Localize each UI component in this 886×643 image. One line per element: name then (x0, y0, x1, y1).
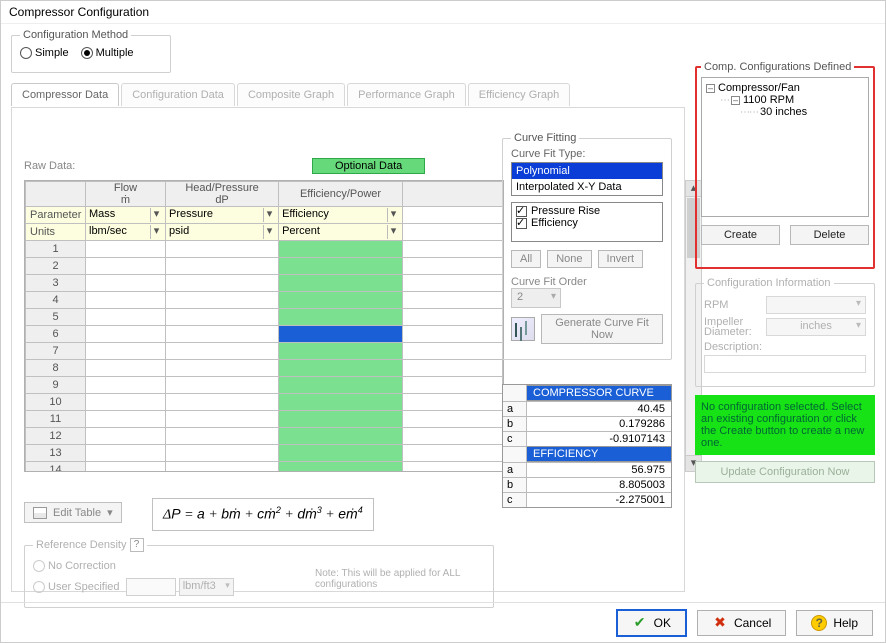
data-grid[interactable]: FlowṁHead/PressuredPEfficiency/PowerPara… (24, 180, 504, 472)
tree-root-label: Compressor/Fan (718, 82, 800, 94)
efficiency-check-label: Efficiency (531, 217, 578, 229)
ok-button[interactable]: ✔ OK (616, 609, 687, 637)
no-correction-label: No Correction (48, 560, 116, 572)
table-icon (33, 507, 47, 519)
reference-density-note: Note: This will be applied for ALL confi… (315, 568, 475, 590)
tree-diameter-label: 30 inches (760, 106, 807, 118)
ok-label: OK (654, 616, 671, 630)
edit-table-button[interactable]: Edit Table ▾ (24, 502, 122, 523)
cancel-button[interactable]: ✖ Cancel (697, 610, 786, 636)
radio-user-specified: User Specified (33, 581, 120, 593)
impeller-field: inches (766, 318, 866, 336)
close-icon: ✖ (712, 615, 728, 631)
density-input (126, 578, 176, 596)
tree-rpm-label: 1100 RPM (743, 94, 794, 106)
chevron-down-icon: ▾ (107, 506, 113, 519)
reference-density-group: Reference Density? No Correction User Sp… (24, 538, 494, 608)
tab-compressor-data[interactable]: Compressor Data (11, 83, 119, 106)
check-icon: ✔ (632, 615, 648, 631)
radio-simple[interactable]: Simple (20, 47, 69, 59)
tree-rpm[interactable]: ⋯–1100 RPM (706, 94, 864, 106)
reference-density-legend: Reference Density (36, 539, 127, 551)
window-title: Compressor Configuration (1, 1, 885, 24)
curve-coeff-table: COMPRESSOR CURVE a40.45b0.179286c-0.9107… (502, 384, 672, 508)
check-efficiency[interactable]: Efficiency (516, 217, 658, 229)
help-label: Help (833, 616, 858, 630)
tab-efficiency-graph[interactable]: Efficiency Graph (468, 83, 571, 106)
tree-diameter[interactable]: ⋯⋯30 inches (706, 106, 864, 118)
fit-type-polynomial[interactable]: Polynomial (512, 163, 662, 179)
curve-fit-order-select: 2 (511, 288, 561, 308)
hint-message: No configuration selected. Select an exi… (695, 395, 875, 455)
bottom-bar: ✔ OK ✖ Cancel ? Help (1, 602, 885, 642)
tab-page: Raw Data: Optional Data FlowṁHead/Pressu… (11, 107, 685, 592)
config-method-group: Configuration Method Simple Multiple (11, 29, 171, 73)
efficiency-header: EFFICIENCY (527, 446, 671, 462)
curve-fit-checks: Pressure Rise Efficiency (511, 202, 663, 242)
curve-fit-order-label: Curve Fit Order (511, 276, 663, 288)
tab-composite-graph[interactable]: Composite Graph (237, 83, 345, 106)
update-configuration-button: Update Configuration Now (695, 461, 875, 483)
create-button[interactable]: Create (701, 225, 780, 245)
generate-curve-fit-button[interactable]: Generate Curve Fit Now (541, 314, 663, 344)
config-tree[interactable]: –Compressor/Fan ⋯–1100 RPM ⋯⋯30 inches (701, 77, 869, 217)
raw-data-label: Raw Data: (24, 160, 75, 172)
configuration-info-legend: Configuration Information (704, 277, 834, 289)
btn-all[interactable]: All (511, 250, 541, 268)
impeller-label-2: Diameter: (704, 326, 752, 338)
btn-none[interactable]: None (547, 250, 591, 268)
help-button[interactable]: ? Help (796, 610, 873, 636)
btn-invert[interactable]: Invert (598, 250, 644, 268)
configurations-defined-group: Comp. Configurations Defined –Compressor… (695, 61, 875, 269)
curve-fitting-legend: Curve Fitting (511, 132, 579, 144)
radio-multiple[interactable]: Multiple (81, 47, 134, 59)
user-specified-label: User Specified (48, 581, 120, 593)
tab-performance-graph[interactable]: Performance Graph (347, 83, 466, 106)
optional-data-badge: Optional Data (312, 158, 425, 174)
density-unit-select: lbm/ft3 (179, 578, 234, 596)
rpm-label: RPM (704, 299, 762, 311)
equation-display: ΔP = a + bṁ + cṁ2 + dṁ3 + eṁ4 (152, 498, 374, 531)
delete-button[interactable]: Delete (790, 225, 869, 245)
radio-simple-label: Simple (35, 47, 69, 59)
configuration-info-group: Configuration Information RPM ImpellerDi… (695, 277, 875, 387)
config-method-legend: Configuration Method (20, 29, 131, 41)
cancel-label: Cancel (734, 616, 771, 630)
help-icon[interactable]: ? (130, 538, 144, 552)
help-circle-icon: ? (811, 615, 827, 631)
tree-root[interactable]: –Compressor/Fan (706, 82, 864, 94)
check-pressure-rise[interactable]: Pressure Rise (516, 205, 658, 217)
curve-fit-type-list[interactable]: Polynomial Interpolated X-Y Data (511, 162, 663, 196)
configurations-defined-legend: Comp. Configurations Defined (701, 61, 854, 73)
chart-icon (511, 317, 535, 341)
tabstrip: Compressor Data Configuration Data Compo… (11, 83, 572, 106)
radio-multiple-label: Multiple (96, 47, 134, 59)
pressure-rise-label: Pressure Rise (531, 205, 600, 217)
curve-fit-type-label: Curve Fit Type: (511, 148, 663, 160)
rpm-field (766, 296, 866, 314)
compressor-curve-header: COMPRESSOR CURVE (527, 385, 671, 401)
curve-fitting-group: Curve Fitting Curve Fit Type: Polynomial… (502, 132, 672, 360)
description-field (704, 355, 866, 373)
edit-table-label: Edit Table (53, 507, 101, 519)
fit-type-interpolated[interactable]: Interpolated X-Y Data (512, 179, 662, 195)
radio-no-correction: No Correction (33, 560, 116, 572)
tab-configuration-data[interactable]: Configuration Data (121, 83, 235, 106)
description-label: Description: (704, 341, 866, 353)
